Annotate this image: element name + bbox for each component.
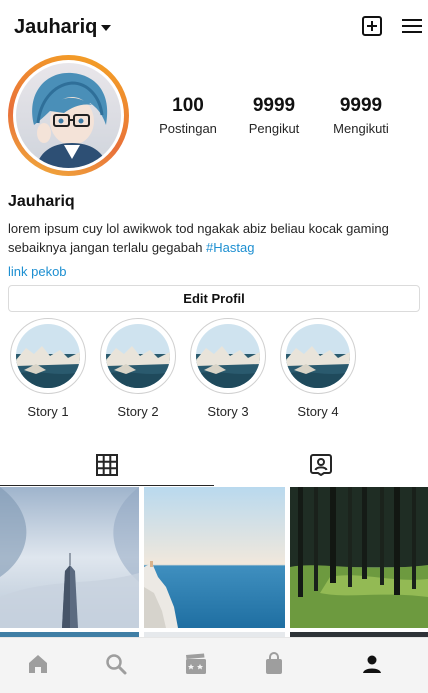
post-thumbnail[interactable] (144, 487, 285, 628)
profile-tabs (0, 446, 428, 486)
new-post-icon[interactable] (362, 16, 382, 36)
post-thumbnail[interactable] (0, 487, 139, 628)
post-image (144, 487, 285, 628)
story-thumbnail (286, 324, 350, 388)
avatar-image (16, 63, 121, 168)
bio-body: lorem ipsum cuy lol awikwok tod ngakak a… (8, 221, 389, 255)
hamburger-menu-icon[interactable] (402, 17, 422, 35)
tab-tagged[interactable] (214, 446, 428, 486)
top-header: Jauhariq (0, 0, 428, 52)
post-thumbnail[interactable] (290, 487, 428, 628)
search-icon[interactable] (104, 652, 128, 676)
display-name: Jauhariq (8, 193, 75, 210)
account-switcher-username[interactable]: Jauhariq (14, 16, 97, 39)
story-thumbnail (16, 324, 80, 388)
story-label: Story 1 (27, 404, 69, 419)
following-label: Mengikuti (333, 121, 389, 136)
followers-label: Pengikut (248, 121, 300, 136)
post-image (0, 487, 139, 628)
story-thumbnail (106, 324, 170, 388)
following-stat[interactable]: 9999 Mengikuti (316, 95, 406, 137)
profile-avatar[interactable] (8, 55, 129, 176)
story-highlight[interactable]: Story 3 (188, 318, 268, 419)
profile-icon[interactable] (360, 652, 384, 676)
posts-stat[interactable]: 100 Postingan (143, 95, 233, 137)
story-highlight[interactable]: Story 2 (98, 318, 178, 419)
tagged-icon (310, 454, 332, 476)
active-tab-indicator (0, 485, 214, 486)
home-icon[interactable] (26, 652, 50, 676)
edit-profile-button[interactable]: Edit Profil (8, 285, 420, 312)
story-highlight[interactable]: Story 4 (278, 318, 358, 419)
followers-stat[interactable]: 9999 Pengikut (229, 95, 319, 137)
story-highlight[interactable]: Story 1 (8, 318, 88, 419)
posts-count: 100 (172, 95, 204, 116)
story-label: Story 2 (117, 404, 159, 419)
bio-hashtag-link[interactable]: #Hastag (206, 240, 254, 255)
grid-icon (96, 454, 118, 476)
bio-website-link[interactable]: link pekob (8, 264, 67, 279)
story-label: Story 4 (297, 404, 339, 419)
bottom-navigation (0, 637, 428, 693)
story-thumbnail (196, 324, 260, 388)
following-count: 9999 (339, 95, 383, 116)
chevron-down-icon[interactable] (101, 25, 111, 31)
followers-count: 9999 (252, 95, 296, 116)
story-label: Story 3 (207, 404, 249, 419)
tab-posts-grid[interactable] (0, 446, 214, 486)
shop-icon[interactable] (262, 652, 286, 676)
post-image (290, 487, 428, 628)
reels-icon[interactable] (184, 652, 208, 676)
bio-text: lorem ipsum cuy lol awikwok tod ngakak a… (8, 219, 422, 257)
posts-label: Postingan (159, 121, 217, 136)
